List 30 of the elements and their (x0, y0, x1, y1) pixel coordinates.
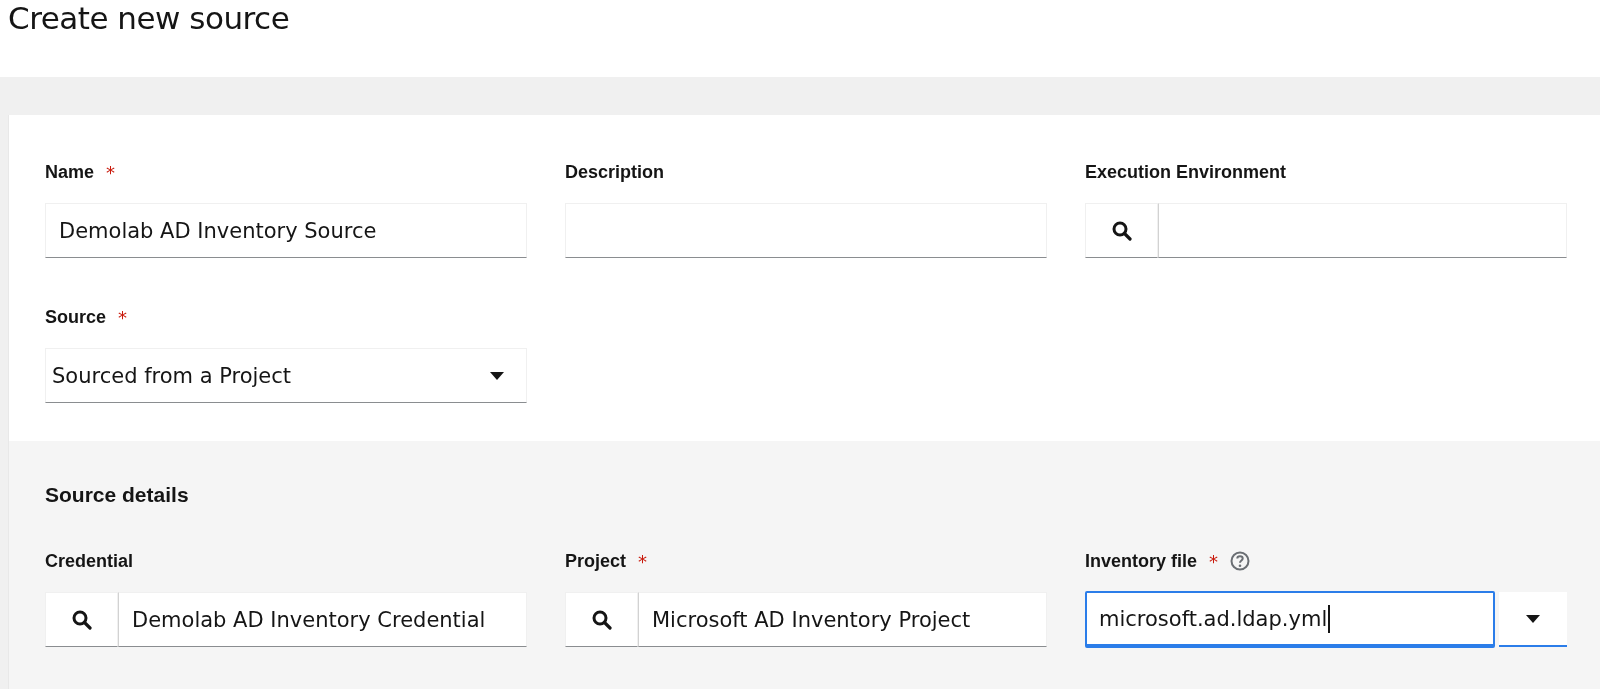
text-field[interactable]: microsoft.ad.ldap.yml (1085, 591, 1495, 648)
field-label: Description (565, 161, 665, 183)
search-icon (1111, 220, 1132, 241)
field-label: Project (565, 550, 627, 572)
field-label: Inventory file (1085, 550, 1198, 572)
text-field[interactable]: Demolab AD Inventory Source (45, 203, 527, 258)
text-field[interactable] (565, 203, 1047, 258)
page-title: Create new source (7, 0, 291, 36)
lookup-field[interactable] (1158, 203, 1567, 258)
lookup-field[interactable]: Demolab AD Inventory Credential (118, 592, 527, 647)
search-button[interactable] (45, 592, 118, 647)
caret-icon (1526, 614, 1540, 623)
required-asterisk: * (1209, 550, 1219, 572)
search-icon (71, 609, 92, 630)
field-label: Credential (45, 550, 134, 572)
help-icon[interactable] (1230, 551, 1251, 571)
dropdown-toggle-button[interactable] (1499, 592, 1567, 647)
required-asterisk: * (118, 306, 128, 328)
select-dropdown[interactable]: Sourced from a Project (45, 348, 527, 403)
field-label: Execution Environment (1085, 161, 1287, 183)
field-label: Source (45, 306, 107, 328)
caret-icon (490, 371, 504, 380)
search-button[interactable] (565, 592, 638, 647)
section-heading: Source details (45, 483, 190, 507)
required-asterisk: * (638, 550, 648, 572)
field-label: Name (45, 161, 95, 183)
search-button[interactable] (1085, 203, 1158, 258)
required-asterisk: * (106, 161, 116, 183)
lookup-field[interactable]: Microsoft AD Inventory Project (638, 592, 1047, 647)
search-icon (591, 609, 612, 630)
